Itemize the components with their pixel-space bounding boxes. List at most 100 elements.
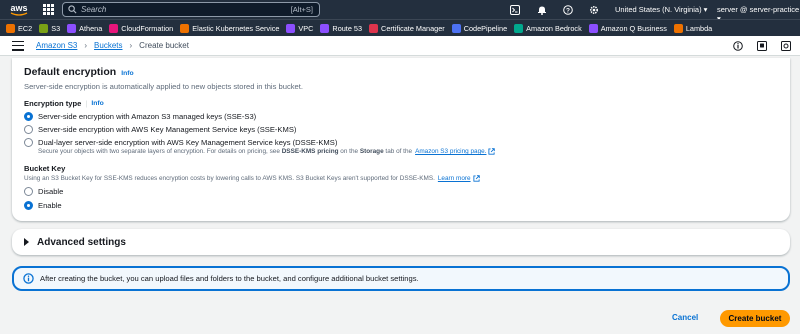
encryption-type-label: Encryption type <box>24 99 82 108</box>
breadcrumb-bar: Amazon S3 › Buckets › Create bucket <box>0 36 800 56</box>
favorite-athena[interactable]: Athena <box>67 23 103 33</box>
search-placeholder: Search <box>81 5 107 14</box>
radio-button[interactable] <box>24 124 33 134</box>
search-input[interactable]: Search [Alt+S] <box>62 2 320 17</box>
divider: | <box>85 99 88 108</box>
favorite-s3[interactable]: S3 <box>39 23 61 33</box>
radio-label: Server-side encryption with AWS Key Mana… <box>38 124 297 134</box>
radio-button-selected[interactable] <box>24 111 33 121</box>
external-link-icon <box>473 175 480 182</box>
radio-bucket-key-enable[interactable]: Enable <box>24 200 778 210</box>
external-link-icon <box>488 148 496 155</box>
service-icon <box>369 23 379 33</box>
favorite-cloudformation[interactable]: CloudFormation <box>109 23 174 33</box>
s3-pricing-link[interactable]: Amazon S3 pricing page. <box>415 148 486 155</box>
cloudshell-icon[interactable] <box>508 3 521 16</box>
service-icon <box>39 23 49 33</box>
note-text: tab of the <box>385 148 413 155</box>
favorite-label: S3 <box>51 23 61 33</box>
favorite-label: EC2 <box>18 23 33 33</box>
radio-sse-s3[interactable]: Server-side encryption with Amazon S3 ma… <box>24 111 778 121</box>
radio-sse-kms[interactable]: Server-side encryption with AWS Key Mana… <box>24 124 778 134</box>
favorite-ec2[interactable]: EC2 <box>6 23 33 33</box>
advanced-settings-title: Advanced settings <box>37 236 126 248</box>
bucket-key-description: Using an S3 Bucket Key for SSE-KMS reduc… <box>24 175 435 182</box>
favorite-label: CloudFormation <box>121 23 174 33</box>
radio-label: Server-side encryption with Amazon S3 ma… <box>38 111 257 121</box>
notifications-panel-icon[interactable] <box>756 40 768 52</box>
favorite-elastic-kubernetes-service[interactable]: Elastic Kubernetes Service <box>180 23 280 33</box>
default-encryption-title: Default encryption <box>24 66 117 78</box>
cancel-button[interactable]: Cancel <box>672 313 698 322</box>
favorite-amazon-bedrock[interactable]: Amazon Bedrock <box>514 23 582 33</box>
favorite-label: CodePipeline <box>463 23 508 33</box>
svg-text:?: ? <box>566 7 570 14</box>
radio-button[interactable] <box>24 186 33 196</box>
bucket-key-label: Bucket Key <box>24 164 66 173</box>
breadcrumb: Amazon S3 › Buckets › Create bucket <box>36 41 189 50</box>
favorite-vpc[interactable]: VPC <box>286 23 314 33</box>
default-encryption-panel: Default encryption Info Server-side encr… <box>12 58 790 221</box>
service-icon <box>109 23 119 33</box>
info-alert-text: After creating the bucket, you can uploa… <box>40 274 419 283</box>
info-circle-icon <box>23 273 34 284</box>
favorite-lambda[interactable]: Lambda <box>673 23 713 33</box>
default-encryption-description: Server-side encryption is automatically … <box>24 82 303 91</box>
default-encryption-info-link[interactable]: Info <box>121 70 133 77</box>
encryption-type-label-row: Encryption type | Info <box>24 99 778 108</box>
aws-smile-icon <box>10 11 28 16</box>
favorite-codepipeline[interactable]: CodePipeline <box>451 23 508 33</box>
help-icon[interactable]: ? <box>561 3 574 16</box>
radio-label: Dual-layer server-side encryption with A… <box>38 137 338 147</box>
favorite-label: Amazon Bedrock <box>526 23 582 33</box>
favorite-label: Route 53 <box>332 23 363 33</box>
favorite-label: Lambda <box>685 23 713 33</box>
favorite-certificate-manager[interactable]: Certificate Manager <box>369 23 445 33</box>
create-bucket-button[interactable]: Create bucket <box>720 310 790 327</box>
encryption-type-info-link[interactable]: Info <box>91 100 103 107</box>
aws-logo-text: aws <box>10 2 28 13</box>
dsse-kms-note: Secure your objects with two separate la… <box>38 148 778 155</box>
radio-bucket-key-disable[interactable]: Disable <box>24 186 778 196</box>
feedback-panel-icon[interactable] <box>780 40 792 52</box>
service-icon <box>588 23 598 33</box>
radio-dsse-kms[interactable]: Dual-layer server-side encryption with A… <box>24 137 778 147</box>
favorite-label: Certificate Manager <box>381 23 445 33</box>
service-icon <box>451 23 461 33</box>
favorite-label: VPC <box>298 23 314 33</box>
note-bold: DSSE-KMS pricing <box>281 148 339 155</box>
search-icon <box>68 5 77 14</box>
radio-button-selected[interactable] <box>24 200 33 210</box>
service-icon <box>320 23 330 33</box>
note-text: Secure your objects with two separate la… <box>38 148 280 155</box>
favorite-label: Elastic Kubernetes Service <box>192 23 280 33</box>
caret-right-icon <box>24 238 29 246</box>
favorite-route-53[interactable]: Route 53 <box>320 23 363 33</box>
service-icon <box>673 23 683 33</box>
search-shortcut: [Alt+S] <box>290 5 313 14</box>
learn-more-link[interactable]: Learn more <box>438 175 471 182</box>
favorite-amazon-q-business[interactable]: Amazon Q Business <box>588 23 667 33</box>
favorite-label: Athena <box>79 23 103 33</box>
services-menu-icon[interactable] <box>40 2 56 18</box>
note-bold: Storage <box>359 148 384 155</box>
settings-gear-icon[interactable] <box>587 3 600 16</box>
advanced-settings-expander[interactable]: Advanced settings <box>12 229 790 255</box>
favorite-label: Amazon Q Business <box>600 23 667 33</box>
info-panel-icon[interactable] <box>732 40 744 52</box>
service-icon <box>286 23 296 33</box>
radio-button[interactable] <box>24 137 33 147</box>
notifications-bell-icon[interactable] <box>535 3 548 16</box>
breadcrumb-buckets[interactable]: Buckets <box>94 41 122 50</box>
service-icon <box>6 23 15 33</box>
service-icon <box>67 23 77 33</box>
breadcrumb-current: Create bucket <box>139 41 189 50</box>
region-selector[interactable]: United States (N. Virginia) ▾ <box>615 5 707 14</box>
section-title: Default encryption Info <box>24 66 778 78</box>
info-alert: After creating the bucket, you can uploa… <box>12 266 790 291</box>
breadcrumb-amazon-s3[interactable]: Amazon S3 <box>36 41 77 50</box>
aws-logo[interactable]: aws <box>4 0 34 19</box>
chevron-right-icon: › <box>84 41 88 50</box>
radio-label: Enable <box>38 200 62 210</box>
menu-hamburger-icon[interactable] <box>12 40 24 51</box>
